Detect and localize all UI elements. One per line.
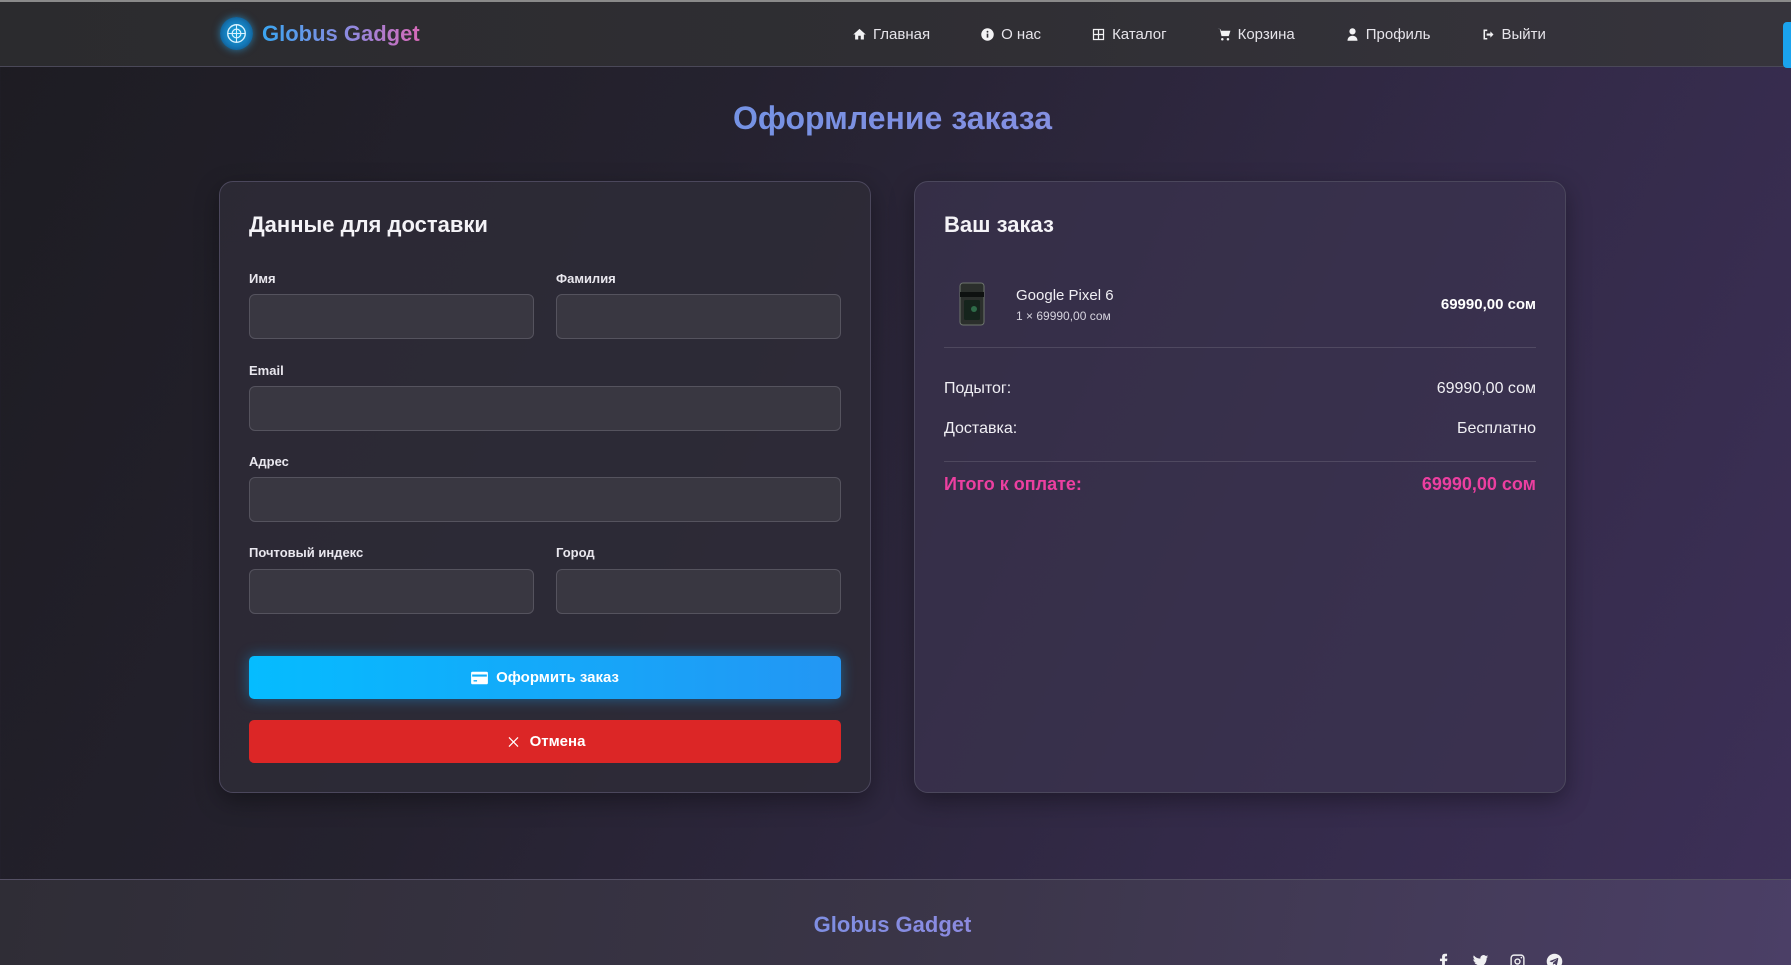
brand-logo[interactable]: Globus Gadget (220, 17, 420, 50)
place-order-label: Оформить заказ (496, 669, 619, 686)
nav-item-label: Выйти (1501, 26, 1546, 43)
product-price: 69990,00 сом (1440, 296, 1536, 313)
nav-item-label: О нас (1001, 26, 1042, 43)
shipping-value: Бесплатно (1456, 420, 1536, 437)
cancel-label: Отмена (529, 733, 586, 750)
shipping-label: Доставка: (944, 420, 1018, 437)
delivery-heading: Данные для доставки (249, 212, 488, 237)
nav-item-label: Профиль (1365, 26, 1431, 43)
cancel-button[interactable]: Отмена (249, 720, 841, 763)
subtotal-value: 69990,00 сом (1436, 380, 1536, 397)
close-icon (508, 736, 519, 747)
place-order-button[interactable]: Оформить заказ (249, 656, 841, 699)
info-icon (981, 28, 994, 41)
divider (944, 461, 1536, 462)
nav-item-catalog[interactable]: Каталог (1091, 26, 1167, 43)
telegram-icon[interactable] (1546, 953, 1563, 965)
last-name-label: Фамилия (556, 271, 616, 286)
order-heading: Ваш заказ (944, 212, 1054, 237)
last-name-field[interactable] (556, 294, 841, 339)
instagram-icon[interactable] (1509, 953, 1526, 965)
subtotal-label: Подытог: (944, 380, 1012, 397)
divider (944, 347, 1536, 348)
postal-code-label: Почтовый индекс (249, 545, 364, 560)
main-nav: Главная О нас Каталог Корзина Профиль Вы… (852, 2, 1546, 67)
postal-code-field[interactable] (249, 569, 534, 614)
nav-item-label: Главная (873, 26, 931, 43)
nav-item-home[interactable]: Главная (852, 26, 930, 43)
site-header: Globus Gadget Главная О нас Каталог Корз… (0, 2, 1791, 68)
city-field[interactable] (556, 569, 841, 614)
email-field[interactable] (249, 386, 841, 431)
footer-brand: Globus Gadget (0, 912, 1785, 938)
brand-name: Globus Gadget (262, 20, 420, 46)
nav-item-label: Каталог (1112, 26, 1167, 43)
address-field[interactable] (249, 477, 841, 522)
address-label: Адрес (249, 454, 289, 469)
nav-item-label: Корзина (1237, 26, 1295, 43)
site-footer: Globus Gadget (0, 879, 1791, 965)
page-title: Оформление заказа (0, 100, 1785, 137)
credit-card-icon (471, 671, 488, 684)
user-icon (1347, 28, 1358, 41)
side-tab-handle[interactable] (1783, 22, 1791, 68)
logout-icon (1483, 29, 1493, 40)
first-name-label: Имя (249, 271, 276, 286)
city-label: Город (556, 545, 595, 560)
social-links (1435, 953, 1563, 965)
nav-item-profile[interactable]: Профиль (1345, 26, 1431, 43)
nav-item-about[interactable]: О нас (980, 26, 1041, 43)
nav-item-logout[interactable]: Выйти (1481, 26, 1546, 43)
twitter-icon[interactable] (1472, 953, 1489, 965)
grid-icon (1092, 28, 1105, 41)
cart-icon (1217, 28, 1231, 41)
globe-icon (220, 17, 253, 50)
product-quantity: 1 × 69990,00 сом (1016, 309, 1111, 323)
delivery-form-card: Данные для доставки Имя Фамилия Email Ад… (219, 181, 871, 793)
order-summary-card: Ваш заказ Google Pixel 6 1 × 69990,00 со… (914, 181, 1566, 793)
product-thumbnail (956, 282, 990, 326)
facebook-icon[interactable] (1435, 953, 1452, 965)
email-label: Email (249, 363, 284, 378)
total-value: 69990,00 сом (1421, 474, 1536, 494)
total-label: Итого к оплате: (944, 474, 1082, 494)
home-icon (853, 28, 866, 40)
product-name: Google Pixel 6 (1016, 287, 1114, 304)
first-name-field[interactable] (249, 294, 534, 339)
nav-item-cart[interactable]: Корзина (1217, 26, 1295, 43)
